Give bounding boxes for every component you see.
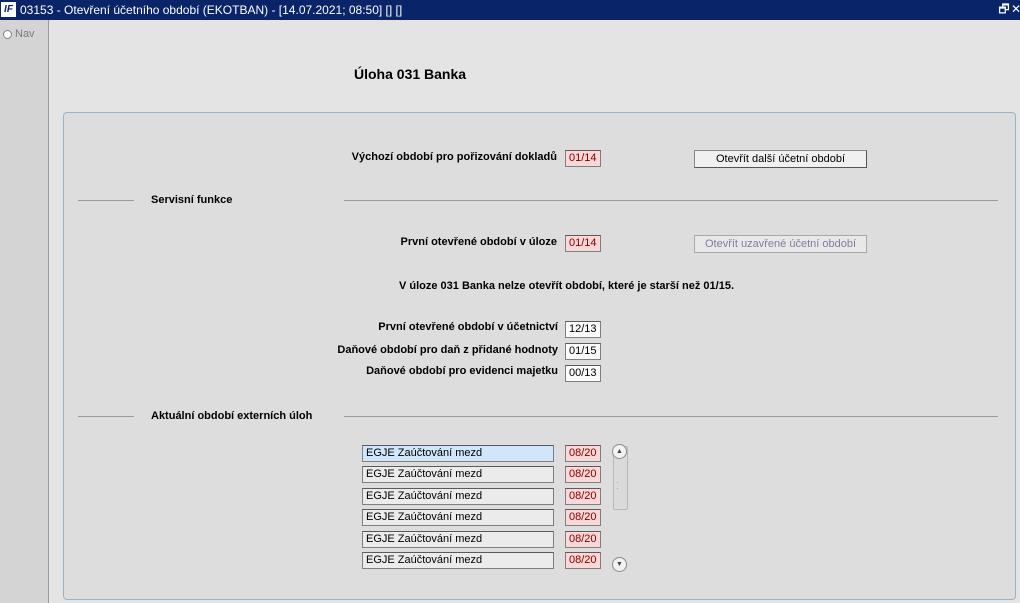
radio-icon	[3, 29, 12, 39]
scroll-grip-icon[interactable]: · ·	[616, 479, 622, 493]
warning-note: V úloze 031 Banka nelze otevřít období, …	[399, 280, 735, 292]
external-task-name[interactable]: EGJE Zaúčtování mezd	[362, 509, 554, 526]
assets-period-field[interactable]: 00/13	[565, 365, 601, 382]
external-task-period[interactable]: 08/20	[565, 509, 601, 526]
assets-period-label: Daňové období pro evidenci majetku	[366, 365, 558, 377]
window-title: 03153 - Otevření účetního období (EKOTBA…	[20, 3, 403, 17]
open-closed-period-button[interactable]: Otevřít uzavřené účetní období	[694, 235, 867, 253]
separator-right	[344, 200, 998, 201]
sidebar: Nav	[0, 20, 49, 603]
nav-label: Nav	[15, 28, 35, 40]
external-task-name[interactable]: EGJE Zaúčtování mezd	[362, 488, 554, 505]
nav-toggle[interactable]: Nav	[3, 28, 35, 40]
default-period-label: Výchozí období pro pořizování dokladů	[351, 151, 557, 163]
first-open-period-field[interactable]: 01/14	[565, 235, 601, 252]
window-titlebar: IF 03153 - Otevření účetního období (EKO…	[0, 0, 1020, 20]
vat-period-label: Daňové období pro daň z přidané hodnoty	[337, 344, 558, 356]
section-title-external: Aktuální období externích úloh	[151, 410, 313, 422]
separator-left	[78, 200, 134, 201]
separator-left	[78, 416, 134, 417]
external-task-period[interactable]: 08/20	[565, 466, 601, 483]
accounting-period-field[interactable]: 12/13	[565, 321, 601, 338]
scroll-up-icon[interactable]: ▲	[612, 444, 627, 459]
separator-right	[344, 416, 998, 417]
external-task-name[interactable]: EGJE Zaúčtování mezd	[362, 552, 554, 569]
section-title-service: Servisní funkce	[151, 194, 233, 206]
open-next-period-button[interactable]: Otevřít další účetní období	[694, 150, 867, 168]
external-task-period[interactable]: 08/20	[565, 552, 601, 569]
external-task-period[interactable]: 08/20	[565, 531, 601, 548]
external-task-name[interactable]: EGJE Zaúčtování mezd	[362, 445, 554, 462]
main-panel	[63, 112, 1016, 600]
close-icon[interactable]: ✕	[1010, 2, 1020, 16]
scroll-down-icon[interactable]: ▼	[612, 557, 627, 572]
first-open-period-label: První otevřené období v úloze	[400, 236, 557, 248]
app-icon: IF	[1, 2, 16, 17]
page-title: Úloha 031 Banka	[354, 66, 467, 82]
vat-period-field[interactable]: 01/15	[565, 343, 601, 360]
accounting-period-label: První otevřené období v účetnictví	[378, 321, 558, 333]
external-task-period[interactable]: 08/20	[565, 488, 601, 505]
external-task-name[interactable]: EGJE Zaúčtování mezd	[362, 531, 554, 548]
restore-icon[interactable]: 🗗	[998, 2, 1010, 16]
external-task-name[interactable]: EGJE Zaúčtování mezd	[362, 466, 554, 483]
external-task-period[interactable]: 08/20	[565, 445, 601, 462]
default-period-field[interactable]: 01/14	[565, 150, 601, 167]
